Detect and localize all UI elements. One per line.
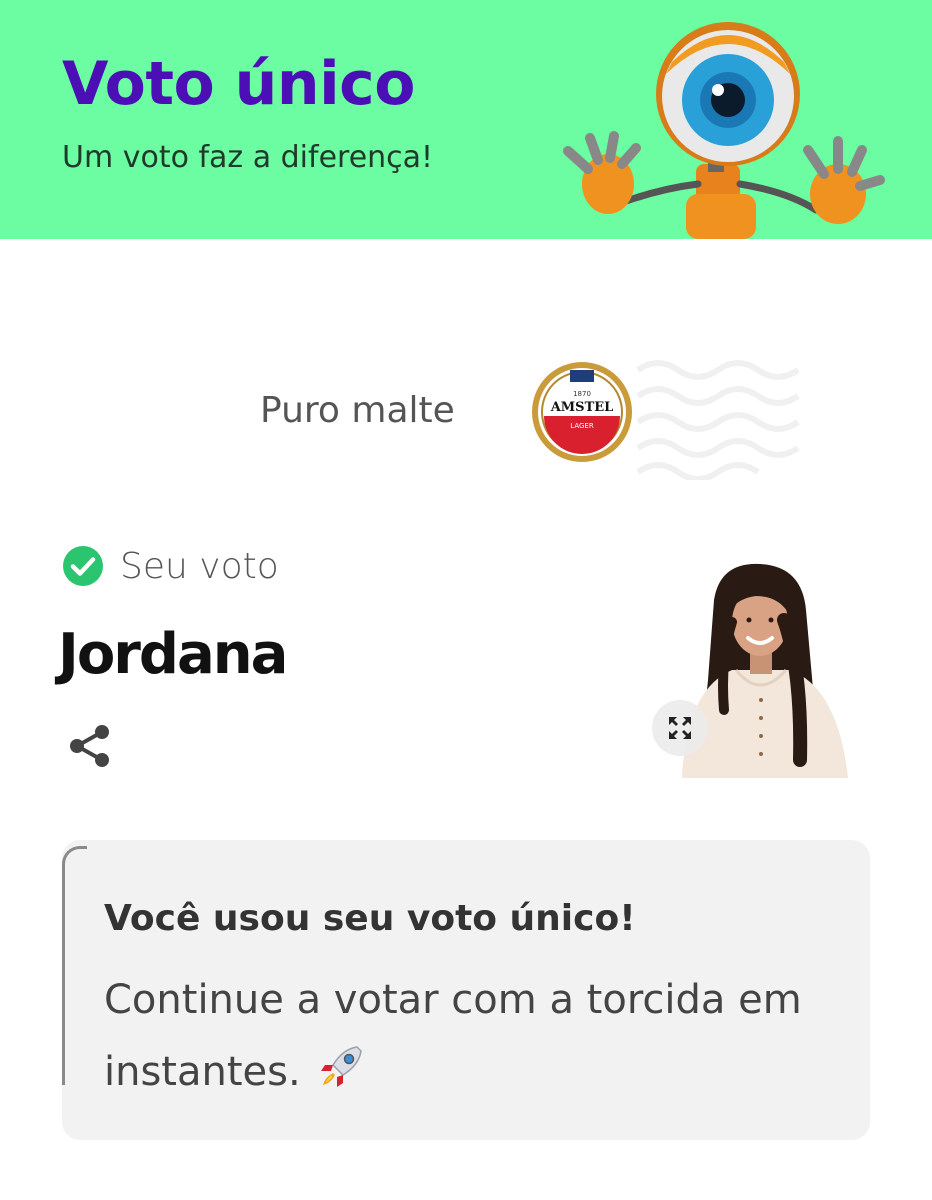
sponsor-background-pattern: [636, 360, 800, 480]
check-circle-icon: [63, 546, 103, 586]
notice-body-text: Continue a votar com a torcida em instan…: [104, 977, 802, 1095]
notice-body: Continue a votar com a torcida em instan…: [104, 964, 844, 1108]
vote-status: Seu voto: [62, 544, 279, 588]
page-subtitle: Um voto faz a diferença!: [62, 140, 434, 175]
expand-photo-button[interactable]: [652, 700, 708, 756]
svg-text:LAGER: LAGER: [570, 422, 594, 430]
candidate-name: Jordana: [58, 622, 288, 687]
share-icon[interactable]: [66, 722, 112, 770]
amstel-logo: 1870 AMSTEL LAGER: [532, 362, 632, 462]
sponsor-text: Puro malte: [260, 390, 455, 431]
vote-status-label: Seu voto: [120, 545, 279, 587]
header-banner: Voto único Um voto faz a diferença!: [0, 0, 932, 239]
vote-used-notice: Você usou seu voto único! Continue a vot…: [62, 840, 870, 1140]
svg-text:1870: 1870: [573, 390, 591, 398]
mascot-image: [563, 22, 885, 239]
card-accent-line: [62, 846, 87, 1085]
rocket-icon: [321, 1046, 363, 1087]
notice-title: Você usou seu voto único!: [104, 898, 636, 939]
svg-text:AMSTEL: AMSTEL: [550, 400, 614, 415]
page-title: Voto único: [62, 49, 415, 119]
expand-icon: [669, 717, 691, 739]
